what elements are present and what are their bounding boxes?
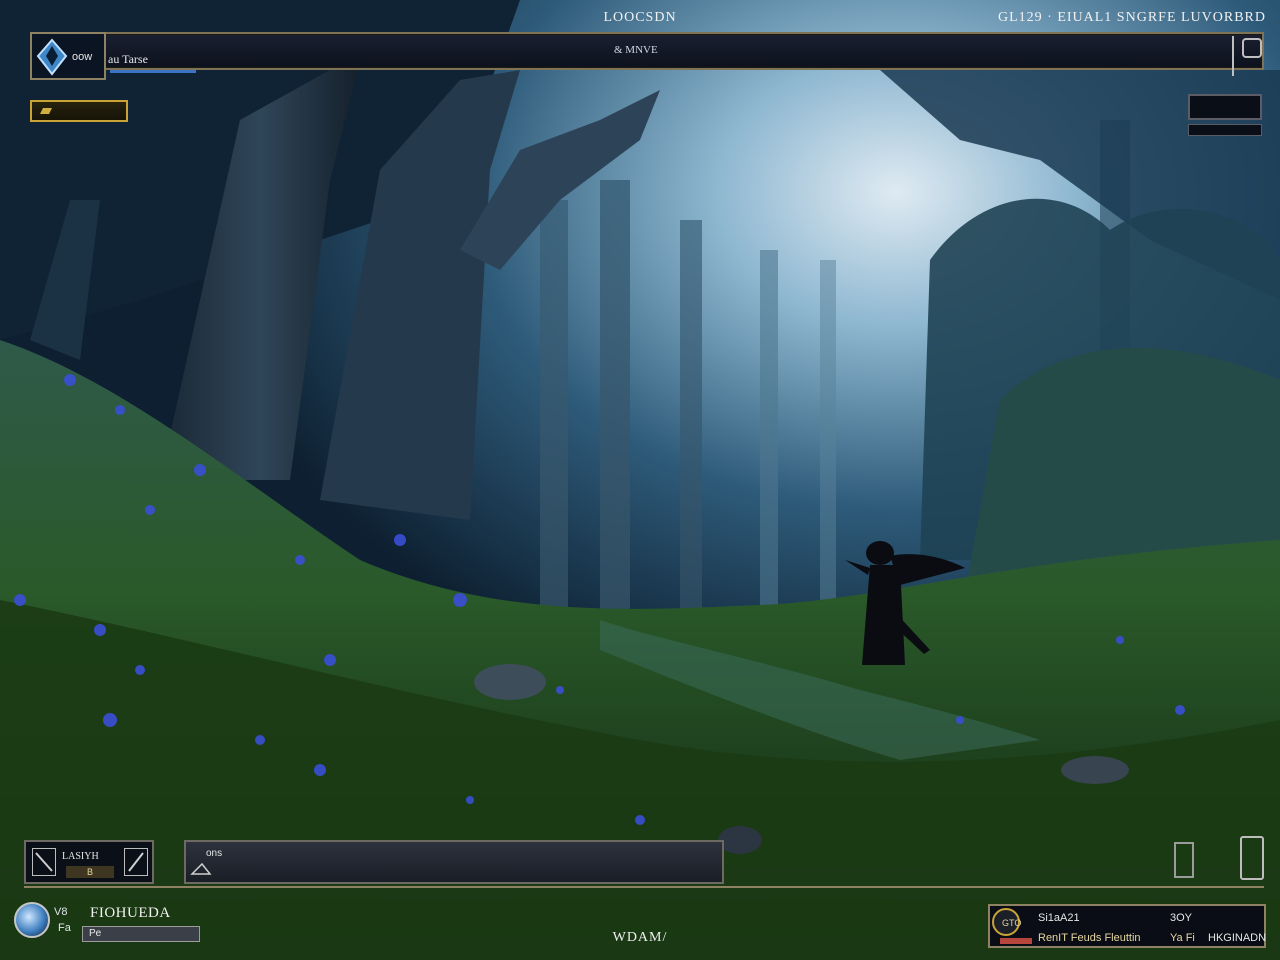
- chat-icon: [190, 862, 212, 875]
- menu-icon[interactable]: [1242, 38, 1262, 58]
- skill-panel[interactable]: LASIYH B: [24, 840, 154, 884]
- arrow-icon: [35, 852, 53, 872]
- info-row2-mid: Ya Fi: [1170, 932, 1195, 944]
- gold-tab[interactable]: [30, 100, 128, 122]
- character-portrait[interactable]: oow: [30, 32, 106, 80]
- character-label: au Tarse: [108, 52, 148, 66]
- top-status-text: GL129 · EIUAL1 SNGRFE LUVORBRD: [998, 10, 1266, 25]
- info-panel[interactable]: GTO Si1aA21 3OY RenIT Feuds Fleuttin Ya …: [988, 904, 1266, 948]
- chat-panel[interactable]: ons: [184, 840, 724, 884]
- info-row1-right: 3OY: [1170, 912, 1193, 924]
- info-row2-left: RenIT Feuds Fleuttin: [1038, 932, 1141, 944]
- quest-tracker-bar: [1188, 124, 1262, 136]
- forest-scene: [0, 0, 1280, 960]
- top-sub-label: & MNVE: [614, 44, 658, 56]
- portrait-label: oow: [72, 51, 93, 63]
- player-tag-1: V8: [54, 906, 68, 918]
- skill-slot-1[interactable]: [32, 848, 56, 876]
- emblem-label: GTO: [1002, 918, 1022, 928]
- settings-button[interactable]: [1240, 836, 1264, 880]
- guild-emblem-icon: GTO: [992, 908, 1022, 936]
- bag-button[interactable]: [1174, 842, 1194, 878]
- player-name: FIOHUEDA: [90, 905, 171, 921]
- info-row1-left: Si1aA21: [1038, 912, 1080, 924]
- top-bar-handle[interactable]: [1222, 36, 1234, 76]
- quest-tracker-slot[interactable]: [1188, 94, 1262, 120]
- skill-label: LASIYH: [62, 851, 99, 862]
- experience-bar: [110, 70, 196, 73]
- chat-label: ons: [206, 848, 223, 859]
- crystal-icon: [36, 38, 68, 76]
- info-row2-right: HKGINADN: [1208, 932, 1267, 944]
- game-viewport[interactable]: [0, 0, 1280, 960]
- info-red-bar: [1000, 938, 1032, 944]
- skill-slot-2[interactable]: [124, 848, 148, 876]
- gold-bar-icon: [40, 108, 52, 114]
- skill-cost: B: [66, 866, 114, 878]
- sword-icon: [128, 852, 144, 872]
